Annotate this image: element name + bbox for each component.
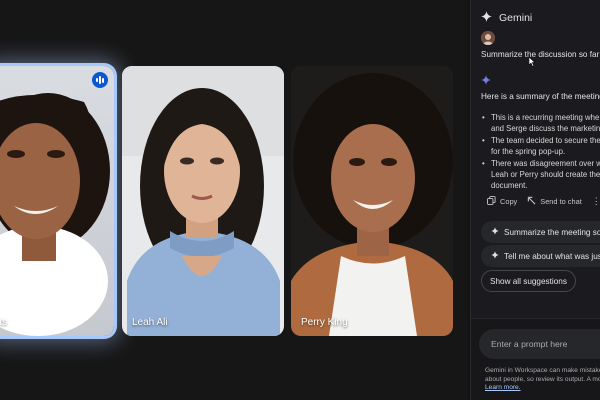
participant-tile-2[interactable]: Leah Ali [122, 66, 284, 336]
copy-label: Copy [500, 197, 518, 206]
summary-bullets: This is a recurring meeting whe and Serg… [481, 112, 600, 192]
prompt-input[interactable] [479, 329, 600, 359]
summary-bullet: This is a recurring meeting whe [481, 112, 600, 124]
panel-title: Gemini [499, 12, 533, 24]
send-to-chat-button[interactable]: Send to chat [527, 196, 582, 207]
send-to-chat-label: Send to chat [540, 197, 582, 206]
participant-tile-1[interactable]: rts [0, 66, 114, 336]
suggestion-chip-summarize[interactable]: Summarize the meeting so far [481, 221, 600, 243]
prompt-area: Gemini in Workspace can make mistake abo… [471, 318, 600, 400]
disclaimer: Gemini in Workspace can make mistake abo… [485, 367, 600, 393]
summary-bullet-cont: and Serge discuss the marketin [491, 124, 600, 134]
participant-video-3 [291, 66, 453, 336]
suggestion-label: Summarize the meeting so far [504, 227, 600, 237]
panel-header: Gemini [481, 9, 532, 27]
summary-bullet: There was disagreement over w [481, 158, 600, 170]
mouse-cursor-icon [528, 54, 536, 72]
gemini-reply-sparkle-icon [481, 72, 491, 90]
summary-bullet-cont: document. [491, 181, 528, 191]
participant-tile-3[interactable]: Perry King [291, 66, 453, 336]
summary-bullet-cont: for the spring pop-up. [491, 147, 566, 157]
gemini-side-panel: Gemini Summarize the discussion so far H… [470, 0, 600, 400]
learn-more-link[interactable]: Learn more. [485, 384, 521, 391]
sparkle-icon [491, 251, 499, 261]
speaking-indicator [92, 72, 108, 88]
summary-bullet: The team decided to secure the [481, 135, 600, 147]
disclaimer-line-1: Gemini in Workspace can make mistake [485, 367, 600, 374]
summary-bullet-cont: Leah or Perry should create the [491, 170, 600, 180]
more-options-icon[interactable]: ⋮ [592, 196, 600, 207]
participant-video-2 [122, 66, 284, 336]
video-stage: rts Leah Ali [0, 0, 468, 400]
gemini-sparkle-icon [481, 9, 492, 27]
participant-name: Perry King [301, 317, 348, 328]
show-all-label: Show all suggestions [490, 276, 567, 286]
show-all-suggestions-button[interactable]: Show all suggestions [481, 270, 576, 292]
reply-actions: Copy Send to chat ⋮ [487, 196, 600, 207]
copy-button[interactable]: Copy [487, 196, 517, 207]
user-prompt-text: Summarize the discussion so far [481, 50, 600, 59]
disclaimer-line-2: about people, so review its output. A mo [485, 375, 600, 383]
participant-video-1 [0, 66, 114, 336]
user-avatar [481, 31, 495, 45]
reply-intro: Here is a summary of the meeting [481, 92, 600, 101]
arrow-up-left-icon [527, 196, 536, 207]
copy-icon [487, 196, 496, 207]
audio-level-icon [96, 76, 104, 84]
suggestion-label: Tell me about what was just [504, 251, 600, 261]
participant-name: rts [0, 317, 8, 328]
participant-name: Leah Ali [132, 317, 168, 328]
suggestion-chip-tell-me[interactable]: Tell me about what was just [481, 245, 600, 267]
sparkle-icon [491, 227, 499, 237]
